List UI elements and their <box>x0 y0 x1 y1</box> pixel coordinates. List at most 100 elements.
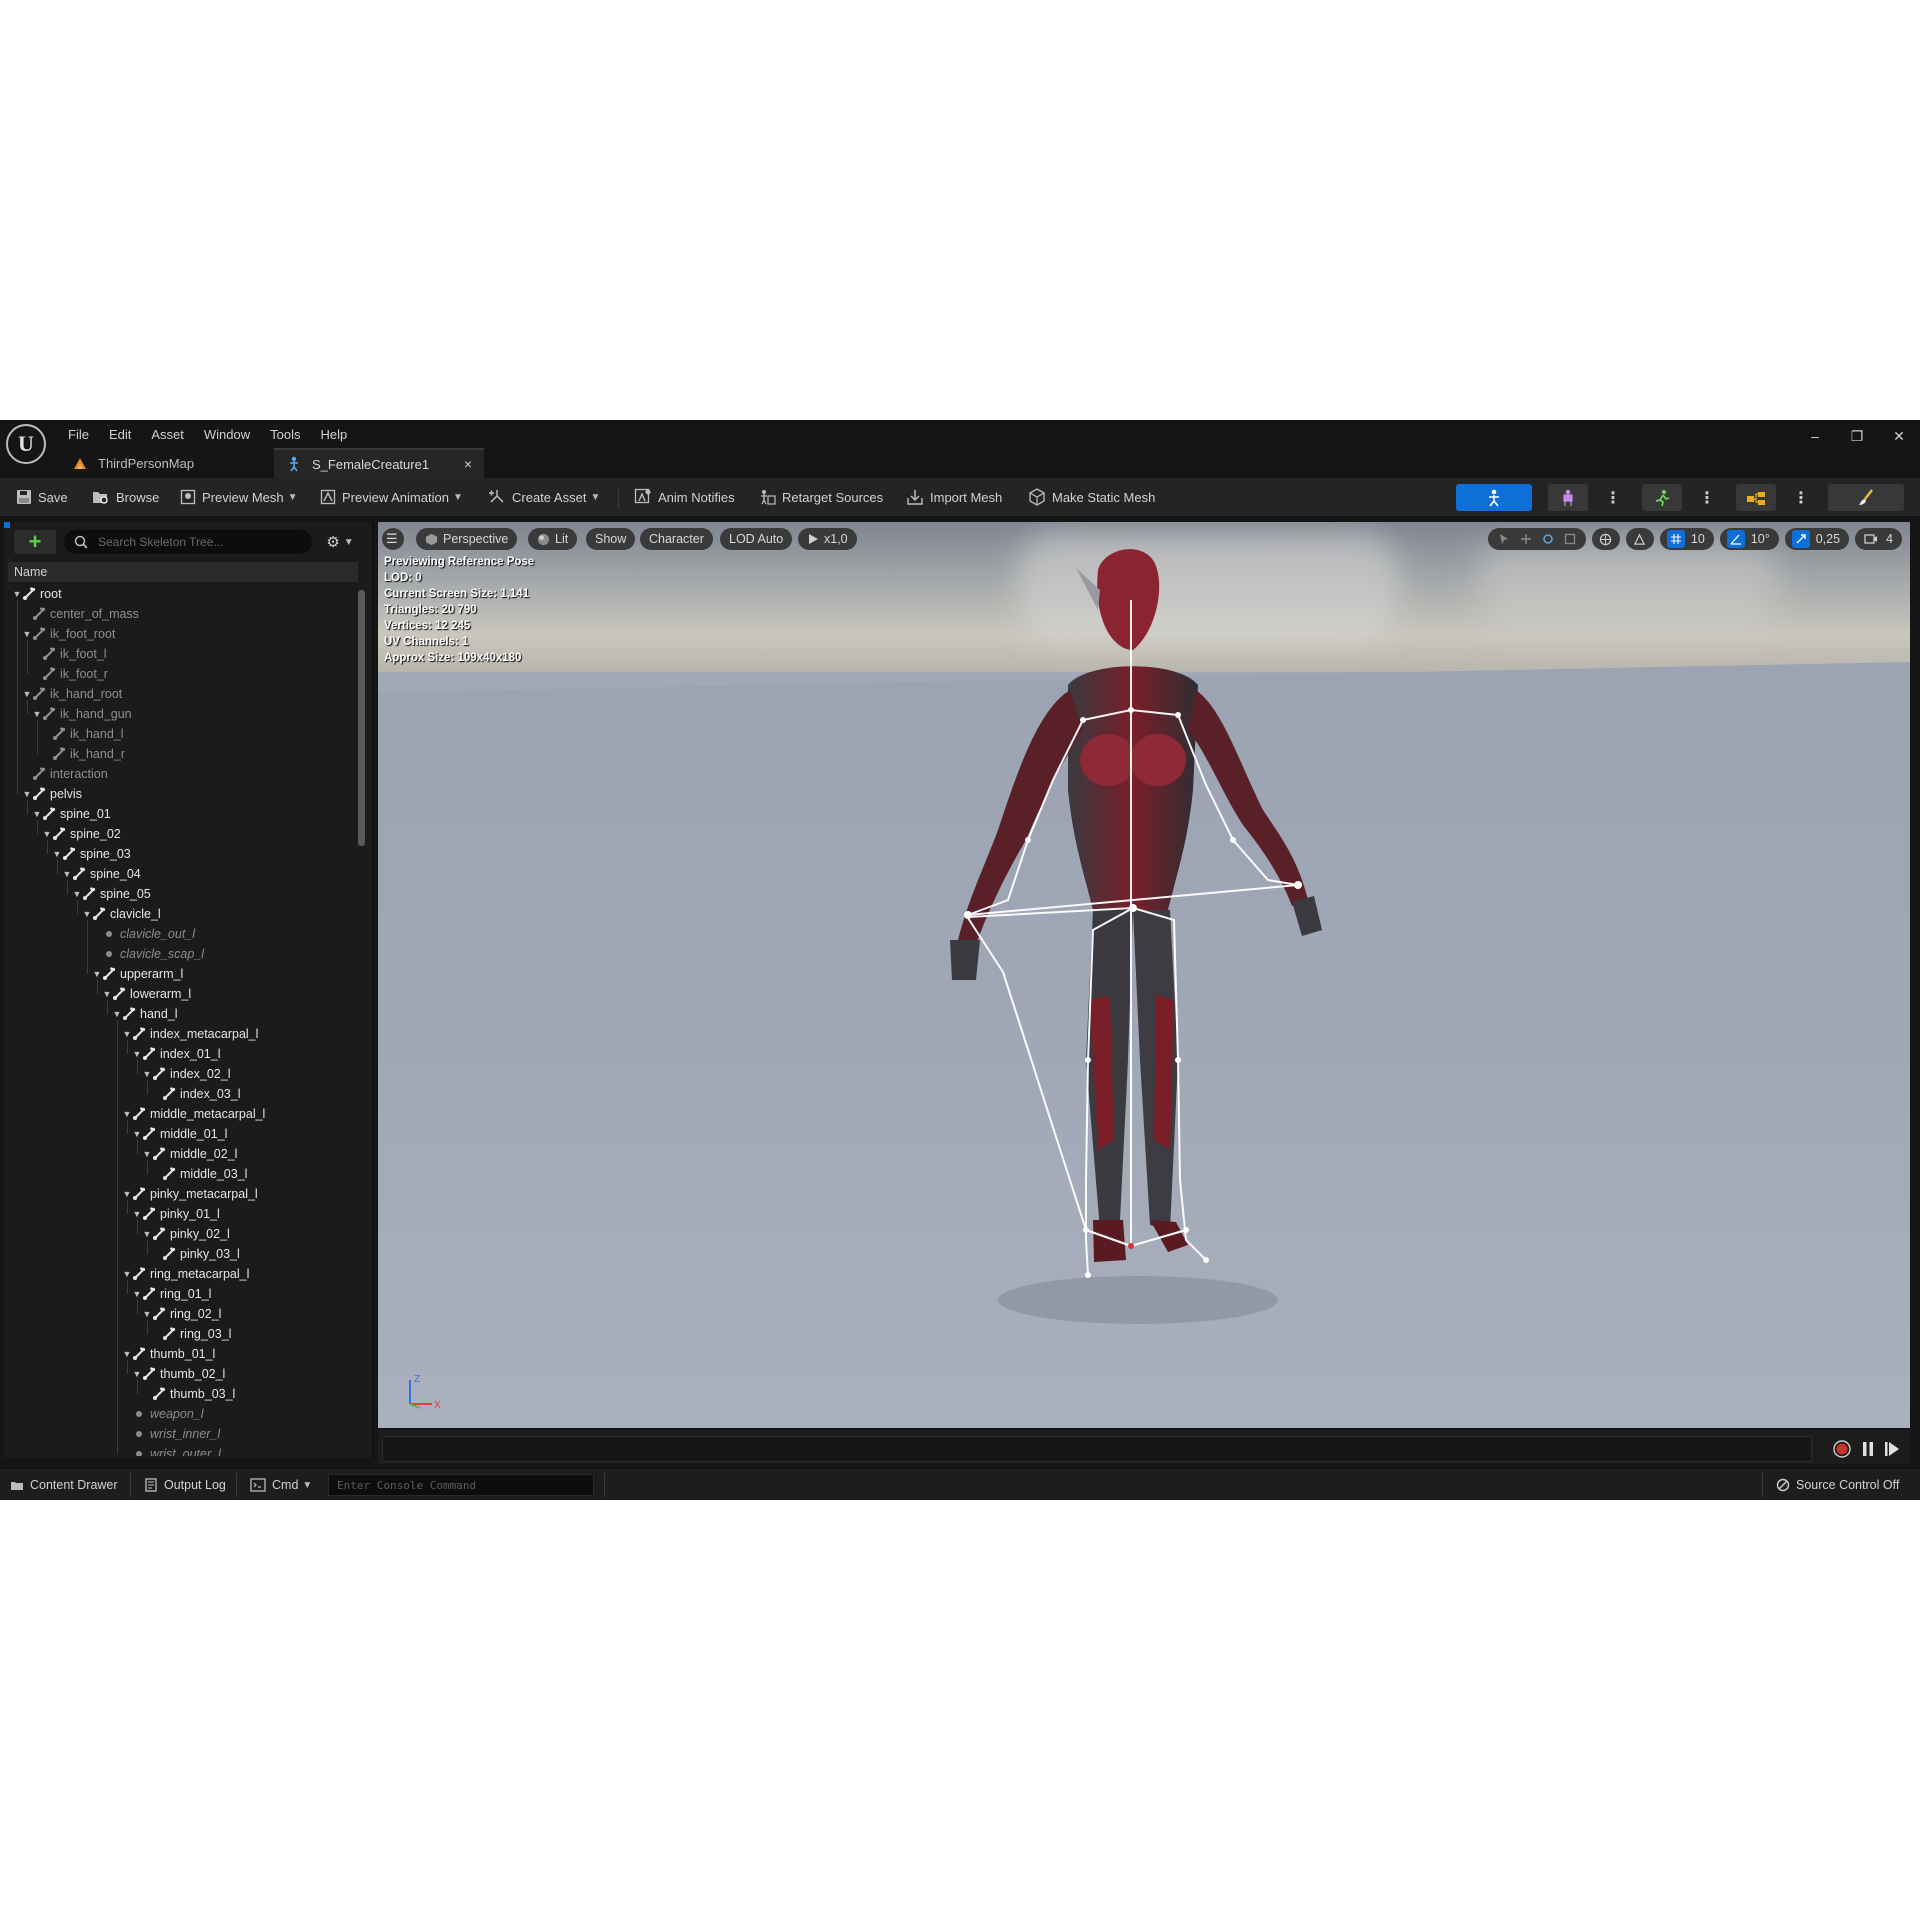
rotate-icon[interactable] <box>1539 530 1557 548</box>
anim-notifies-button[interactable]: Anim Notifies <box>634 478 735 516</box>
viewport-options-button[interactable]: ☰ <box>382 528 404 550</box>
expand-arrow-icon[interactable]: ▼ <box>42 829 52 839</box>
tree-row[interactable]: ▼ middle_metacarpal_l <box>4 1104 356 1124</box>
preview-animation-dropdown[interactable]: Preview Animation ▼ <box>320 478 463 516</box>
skeletal-mesh-mode-button[interactable] <box>1548 484 1588 511</box>
tree-row[interactable]: ▼ spine_05 <box>4 884 356 904</box>
search-input[interactable] <box>96 534 310 550</box>
tab-thirdpersonmap[interactable]: ThirdPersonMap <box>60 448 274 478</box>
rotation-snap-group[interactable]: 10° <box>1719 528 1779 550</box>
tree-row[interactable]: ▼ ik_foot_root <box>4 624 356 644</box>
expand-arrow-icon[interactable]: ▼ <box>142 1309 152 1319</box>
expand-arrow-icon[interactable]: ▼ <box>142 1229 152 1239</box>
character-button[interactable]: Character <box>640 528 713 550</box>
expand-arrow-icon[interactable]: ▼ <box>112 1009 122 1019</box>
tree-row[interactable]: ▼ lowerarm_l <box>4 984 356 1004</box>
tree-row[interactable]: ▼ ring_02_l <box>4 1304 356 1324</box>
menu-tools[interactable]: Tools <box>260 423 310 446</box>
more-options-icon[interactable]: ⋮ <box>1698 484 1716 511</box>
tree-row[interactable]: clavicle_scap_l <box>4 944 356 964</box>
tree-row[interactable]: ▼ middle_01_l <box>4 1124 356 1144</box>
preview-mesh-dropdown[interactable]: Preview Mesh ▼ <box>180 478 298 516</box>
tree-row[interactable]: ▼ index_metacarpal_l <box>4 1024 356 1044</box>
retarget-sources-button[interactable]: Retarget Sources <box>758 478 883 516</box>
lod-button[interactable]: LOD Auto <box>720 528 793 550</box>
tree-row[interactable]: ▼ middle_02_l <box>4 1144 356 1164</box>
show-button[interactable]: Show <box>586 528 636 550</box>
tree-row[interactable]: ▼ upperarm_l <box>4 964 356 984</box>
tree-row[interactable]: pinky_03_l <box>4 1244 356 1264</box>
perspective-button[interactable]: Perspective <box>416 528 518 550</box>
cmd-dropdown[interactable]: Cmd ▼ <box>250 1469 312 1500</box>
tree-settings-button[interactable]: ⚙ ▼ <box>320 530 360 554</box>
step-forward-button[interactable] <box>1880 1438 1904 1460</box>
tree-row[interactable]: ▼ pinky_01_l <box>4 1204 356 1224</box>
menu-help[interactable]: Help <box>310 423 357 446</box>
tree-row[interactable]: middle_03_l <box>4 1164 356 1184</box>
tree-row[interactable]: ik_foot_r <box>4 664 356 684</box>
tree-row[interactable]: ▼ hand_l <box>4 1004 356 1024</box>
menu-window[interactable]: Window <box>194 423 260 446</box>
make-static-mesh-button[interactable]: Make Static Mesh <box>1028 478 1155 516</box>
pause-button[interactable] <box>1856 1438 1880 1460</box>
tree-row[interactable]: ▼ pinky_metacarpal_l <box>4 1184 356 1204</box>
play-rate-button[interactable]: x1,0 <box>798 528 857 550</box>
more-options-icon[interactable]: ⋮ <box>1604 484 1622 511</box>
translate-icon[interactable] <box>1517 530 1535 548</box>
blueprint-mode-button[interactable] <box>1736 484 1776 511</box>
expand-arrow-icon[interactable]: ▼ <box>122 1269 132 1279</box>
tree-row[interactable]: ▼ thumb_01_l <box>4 1344 356 1364</box>
expand-arrow-icon[interactable]: ▼ <box>132 1209 142 1219</box>
expand-arrow-icon[interactable]: ▼ <box>22 629 32 639</box>
import-mesh-button[interactable]: Import Mesh <box>906 478 1002 516</box>
menu-file[interactable]: File <box>58 423 99 446</box>
expand-arrow-icon[interactable]: ▼ <box>32 709 42 719</box>
skeleton-mode-button[interactable] <box>1456 484 1532 511</box>
record-button[interactable] <box>1830 1438 1854 1460</box>
grid-snap-group[interactable]: 10 <box>1659 528 1714 550</box>
expand-arrow-icon[interactable]: ▼ <box>122 1349 132 1359</box>
tree-row[interactable]: center_of_mass <box>4 604 356 624</box>
tree-row[interactable]: ▼ spine_01 <box>4 804 356 824</box>
expand-arrow-icon[interactable]: ▼ <box>72 889 82 899</box>
tree-row[interactable]: ▼ ik_hand_root <box>4 684 356 704</box>
restore-button[interactable]: ❐ <box>1836 420 1878 452</box>
menu-edit[interactable]: Edit <box>99 423 141 446</box>
tree-row[interactable]: ▼ root <box>4 584 356 604</box>
menu-asset[interactable]: Asset <box>141 423 194 446</box>
tree-row[interactable]: interaction <box>4 764 356 784</box>
expand-arrow-icon[interactable]: ▼ <box>32 809 42 819</box>
expand-arrow-icon[interactable]: ▼ <box>62 869 72 879</box>
source-control-button[interactable]: Source Control Off <box>1776 1469 1899 1500</box>
tree-row[interactable]: ▼ index_02_l <box>4 1064 356 1084</box>
camera-speed-group[interactable]: 4 <box>1855 528 1902 550</box>
tree-row[interactable]: ▼ pinky_02_l <box>4 1224 356 1244</box>
tab-s-femalecreature1[interactable]: S_FemaleCreature1 × <box>274 448 484 478</box>
select-arrow-icon[interactable] <box>1495 530 1513 548</box>
save-button[interactable]: Save <box>16 478 68 516</box>
tree-row[interactable]: ▼ index_01_l <box>4 1044 356 1064</box>
tree-row[interactable]: wrist_inner_l <box>4 1424 356 1444</box>
tree-row[interactable]: ▼ ring_01_l <box>4 1284 356 1304</box>
tree-row[interactable]: ▼ ik_hand_gun <box>4 704 356 724</box>
preview-viewport[interactable]: ☰ Perspective Lit Show Character LOD Aut… <box>378 522 1910 1428</box>
scale-icon[interactable] <box>1561 530 1579 548</box>
expand-arrow-icon[interactable]: ▼ <box>12 589 22 599</box>
scale-snap-group[interactable]: 0,25 <box>1784 528 1850 550</box>
console-command-input[interactable] <box>328 1474 594 1496</box>
tree-row[interactable]: clavicle_out_l <box>4 924 356 944</box>
expand-arrow-icon[interactable]: ▼ <box>132 1369 142 1379</box>
expand-arrow-icon[interactable]: ▼ <box>22 689 32 699</box>
add-socket-button[interactable]: + <box>14 529 56 554</box>
create-asset-dropdown[interactable]: Create Asset ▼ <box>488 478 600 516</box>
expand-arrow-icon[interactable]: ▼ <box>142 1069 152 1079</box>
animation-mode-button[interactable] <box>1642 484 1682 511</box>
tree-scrollbar[interactable] <box>358 590 365 846</box>
tree-row[interactable]: ▼ thumb_02_l <box>4 1364 356 1384</box>
tree-row[interactable]: ▼ pelvis <box>4 784 356 804</box>
output-log-button[interactable]: Output Log <box>144 1469 226 1500</box>
expand-arrow-icon[interactable]: ▼ <box>122 1029 132 1039</box>
minimize-button[interactable]: – <box>1794 420 1836 452</box>
tree-row[interactable]: ik_hand_l <box>4 724 356 744</box>
physics-mode-button[interactable] <box>1828 484 1904 511</box>
